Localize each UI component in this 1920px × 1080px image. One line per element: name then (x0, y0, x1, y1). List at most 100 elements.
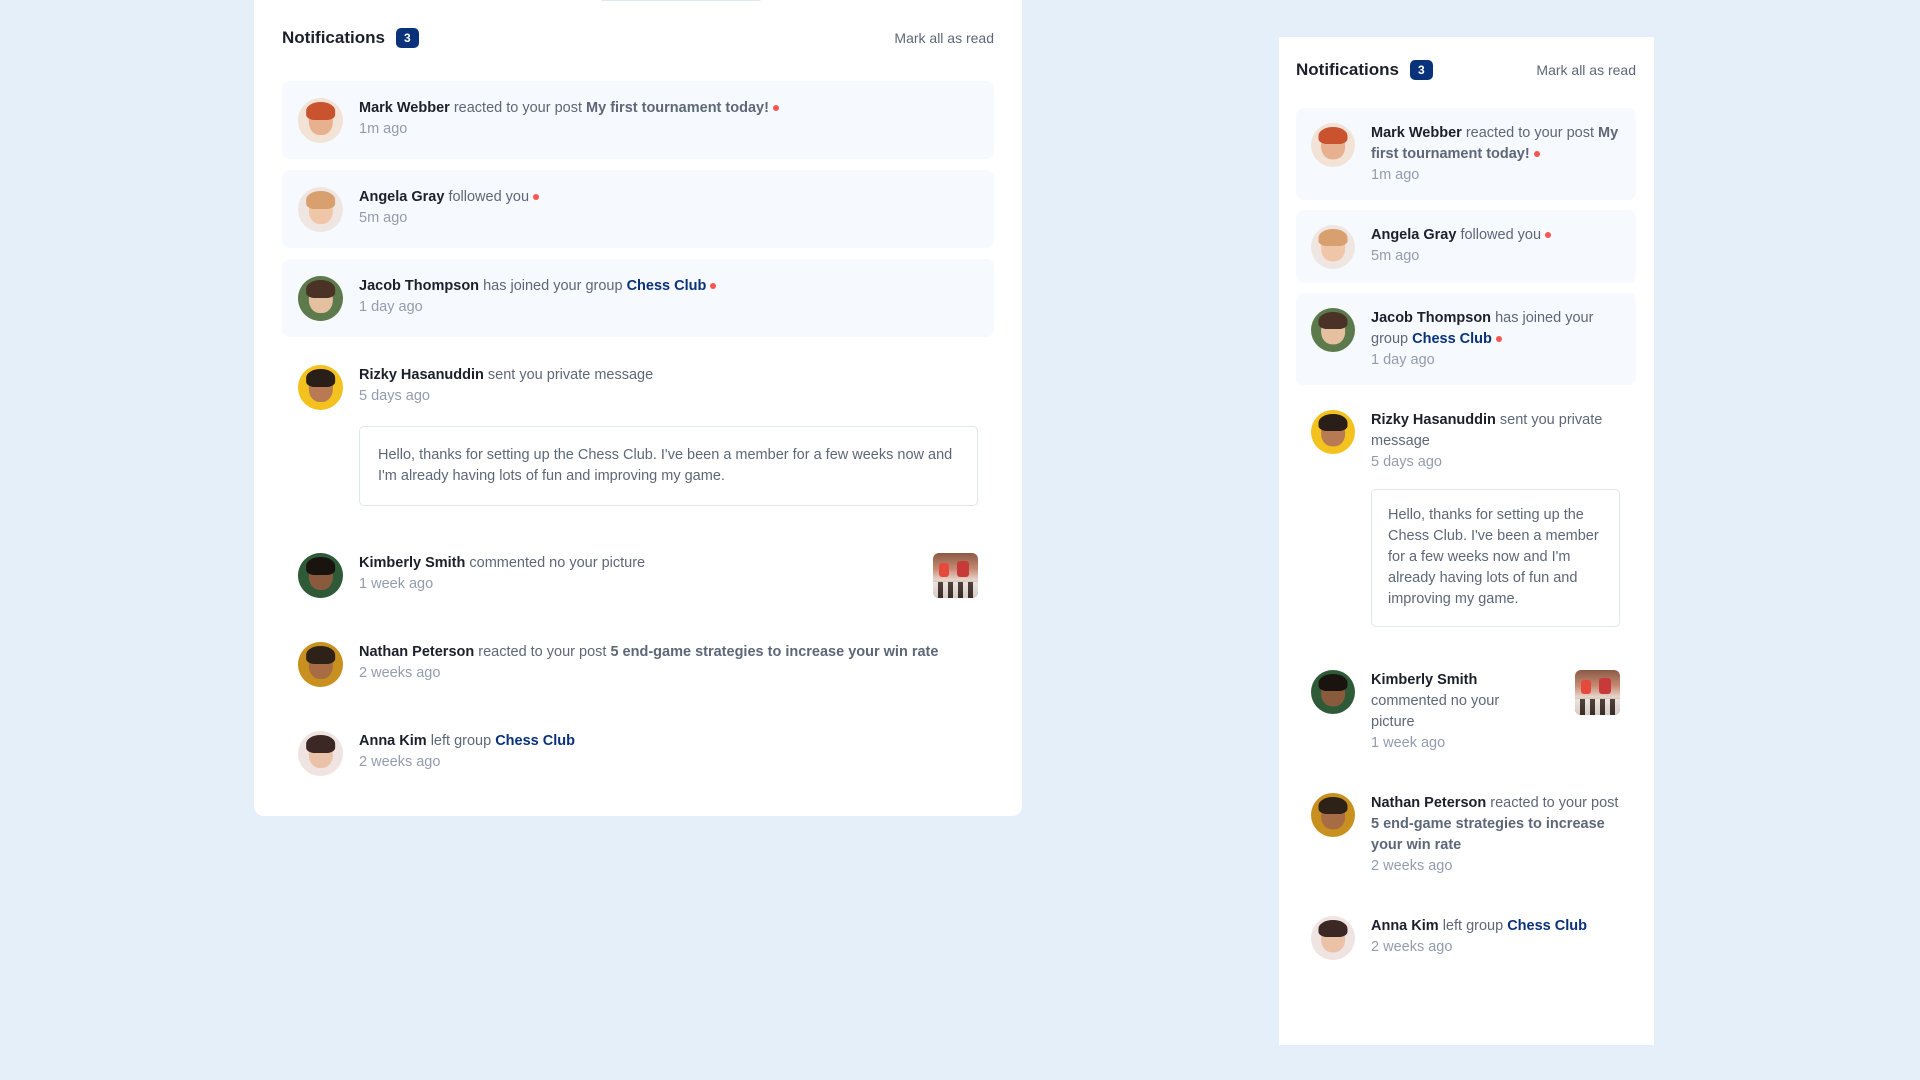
notification-body: Rizky Hasanuddin sent you private messag… (1371, 410, 1620, 627)
avatar-nathan-peterson[interactable] (298, 642, 343, 687)
action-text: reacted to your post (453, 100, 582, 116)
notifications-panel-mobile: Notifications 3 Mark all as read Mark We… (1279, 37, 1654, 1045)
notification-list: Mark Webber reacted to your post My firs… (282, 81, 994, 792)
notification-body: Angela Gray followed you 5m ago (359, 187, 978, 229)
avatar-nathan-peterson[interactable] (1311, 793, 1355, 837)
notifications-header: Notifications 3 Mark all as read (282, 28, 994, 48)
avatar-angela-gray[interactable] (1311, 225, 1355, 269)
notification-item[interactable]: Anna Kim left group Chess Club 2 weeks a… (1296, 901, 1636, 974)
avatar-jacob-thompson[interactable] (298, 276, 343, 321)
notifications-header: Notifications 3 Mark all as read (1296, 60, 1636, 80)
action-text: followed you (1460, 227, 1542, 243)
notification-item[interactable]: Nathan Peterson reacted to your post 5 e… (1296, 778, 1636, 891)
notification-body: Jacob Thompson has joined your group Che… (1371, 308, 1620, 371)
user-name-link[interactable]: Jacob Thompson (359, 278, 479, 294)
notification-item[interactable]: Jacob Thompson has joined your group Che… (282, 259, 994, 337)
notification-item[interactable]: Anna Kim left group Chess Club 2 weeks a… (282, 714, 994, 792)
avatar-mark-webber[interactable] (1311, 123, 1355, 167)
notification-text: Kimberly Smith commented no your picture (359, 553, 917, 574)
user-name-link[interactable]: Jacob Thompson (1371, 310, 1491, 326)
post-link[interactable]: My first tournament today! (586, 100, 769, 116)
action-text: followed you (448, 189, 530, 205)
thumb-figure (1581, 680, 1591, 694)
user-name-link[interactable]: Anna Kim (359, 733, 427, 749)
user-name-link[interactable]: Kimberly Smith (359, 555, 465, 571)
notification-text: Angela Gray followed you (1371, 225, 1620, 246)
group-link[interactable]: Chess Club (627, 278, 707, 294)
user-name-link[interactable]: Nathan Peterson (359, 644, 474, 660)
group-link[interactable]: Chess Club (495, 733, 575, 749)
thumb-board (933, 582, 978, 598)
mark-all-read-button[interactable]: Mark all as read (894, 30, 994, 46)
action-text: left group (430, 733, 492, 749)
user-name-link[interactable]: Angela Gray (1371, 227, 1456, 243)
action-text: reacted to your post (1465, 125, 1594, 141)
avatar-rizky-hasanuddin[interactable] (1311, 410, 1355, 454)
unread-dot-icon (772, 105, 779, 112)
notification-text: Rizky Hasanuddin sent you private messag… (359, 365, 978, 386)
notification-body: Anna Kim left group Chess Club 2 weeks a… (359, 731, 978, 773)
post-link[interactable]: 5 end-game strategies to increase your w… (610, 644, 938, 660)
notification-text: Nathan Peterson reacted to your post 5 e… (359, 642, 978, 663)
avatar-rizky-hasanuddin[interactable] (298, 365, 343, 410)
notification-item[interactable]: Mark Webber reacted to your post My firs… (1296, 108, 1636, 200)
timestamp: 1m ago (359, 121, 408, 137)
action-text: reacted to your post (1490, 795, 1619, 811)
chess-picture-thumbnail[interactable] (933, 553, 978, 598)
unread-dot-icon (710, 283, 717, 290)
timestamp: 5m ago (1371, 248, 1420, 264)
notification-text: Mark Webber reacted to your post My firs… (1371, 123, 1620, 165)
user-name-link[interactable]: Nathan Peterson (1371, 795, 1486, 811)
action-text: sent you private message (487, 367, 654, 383)
timestamp: 5m ago (359, 210, 408, 226)
notification-body: Mark Webber reacted to your post My firs… (359, 98, 978, 140)
user-name-link[interactable]: Rizky Hasanuddin (359, 367, 484, 383)
notification-item[interactable]: Mark Webber reacted to your post My firs… (282, 81, 994, 159)
page-title: Notifications (282, 28, 385, 47)
unread-count-badge: 3 (1409, 60, 1433, 80)
avatar-kimberly-smith[interactable] (1311, 670, 1355, 714)
timestamp: 2 weeks ago (1371, 858, 1453, 874)
timestamp: 5 days ago (359, 388, 430, 404)
action-text: commented no your picture (469, 555, 646, 571)
avatar-anna-kim[interactable] (1311, 916, 1355, 960)
timestamp: 1 week ago (359, 576, 434, 592)
private-message-preview[interactable]: Hello, thanks for setting up the Chess C… (359, 426, 978, 506)
notification-item[interactable]: Jacob Thompson has joined your group Che… (1296, 293, 1636, 385)
notification-item[interactable]: Rizky Hasanuddin sent you private messag… (1296, 395, 1636, 641)
title-wrap: Notifications 3 (282, 28, 419, 48)
avatar-anna-kim[interactable] (298, 731, 343, 776)
notification-text: Nathan Peterson reacted to your post 5 e… (1371, 793, 1620, 856)
chess-picture-thumbnail[interactable] (1575, 670, 1620, 715)
avatar-kimberly-smith[interactable] (298, 553, 343, 598)
mark-all-read-button[interactable]: Mark all as read (1536, 62, 1636, 78)
group-link[interactable]: Chess Club (1507, 918, 1587, 934)
notification-item[interactable]: Nathan Peterson reacted to your post 5 e… (282, 625, 994, 703)
user-name-link[interactable]: Rizky Hasanuddin (1371, 412, 1496, 428)
notification-text: Kimberly Smith commented no your picture (1371, 670, 1533, 733)
notification-item[interactable]: Angela Gray followed you 5m ago (1296, 210, 1636, 283)
notification-text: Rizky Hasanuddin sent you private messag… (1371, 410, 1620, 452)
group-link[interactable]: Chess Club (1412, 331, 1492, 347)
notification-text: Jacob Thompson has joined your group Che… (1371, 308, 1620, 350)
user-name-link[interactable]: Kimberly Smith (1371, 672, 1477, 688)
action-text: left group (1442, 918, 1504, 934)
timestamp: 1 day ago (359, 299, 423, 315)
notification-item[interactable]: Kimberly Smith commented no your picture… (1296, 655, 1636, 768)
user-name-link[interactable]: Angela Gray (359, 189, 444, 205)
notification-body: Kimberly Smith commented no your picture… (359, 553, 917, 595)
notification-item[interactable]: Kimberly Smith commented no your picture… (282, 536, 994, 614)
avatar-jacob-thompson[interactable] (1311, 308, 1355, 352)
user-name-link[interactable]: Anna Kim (1371, 918, 1439, 934)
post-link[interactable]: 5 end-game strategies to increase your w… (1371, 816, 1605, 853)
timestamp: 1 day ago (1371, 352, 1435, 368)
avatar-mark-webber[interactable] (298, 98, 343, 143)
notification-body: Nathan Peterson reacted to your post 5 e… (359, 642, 978, 684)
notification-item[interactable]: Rizky Hasanuddin sent you private messag… (282, 348, 994, 522)
private-message-preview[interactable]: Hello, thanks for setting up the Chess C… (1371, 489, 1620, 627)
thumb-figure (1599, 678, 1611, 694)
notification-item[interactable]: Angela Gray followed you 5m ago (282, 170, 994, 248)
avatar-angela-gray[interactable] (298, 187, 343, 232)
user-name-link[interactable]: Mark Webber (1371, 125, 1462, 141)
user-name-link[interactable]: Mark Webber (359, 100, 450, 116)
